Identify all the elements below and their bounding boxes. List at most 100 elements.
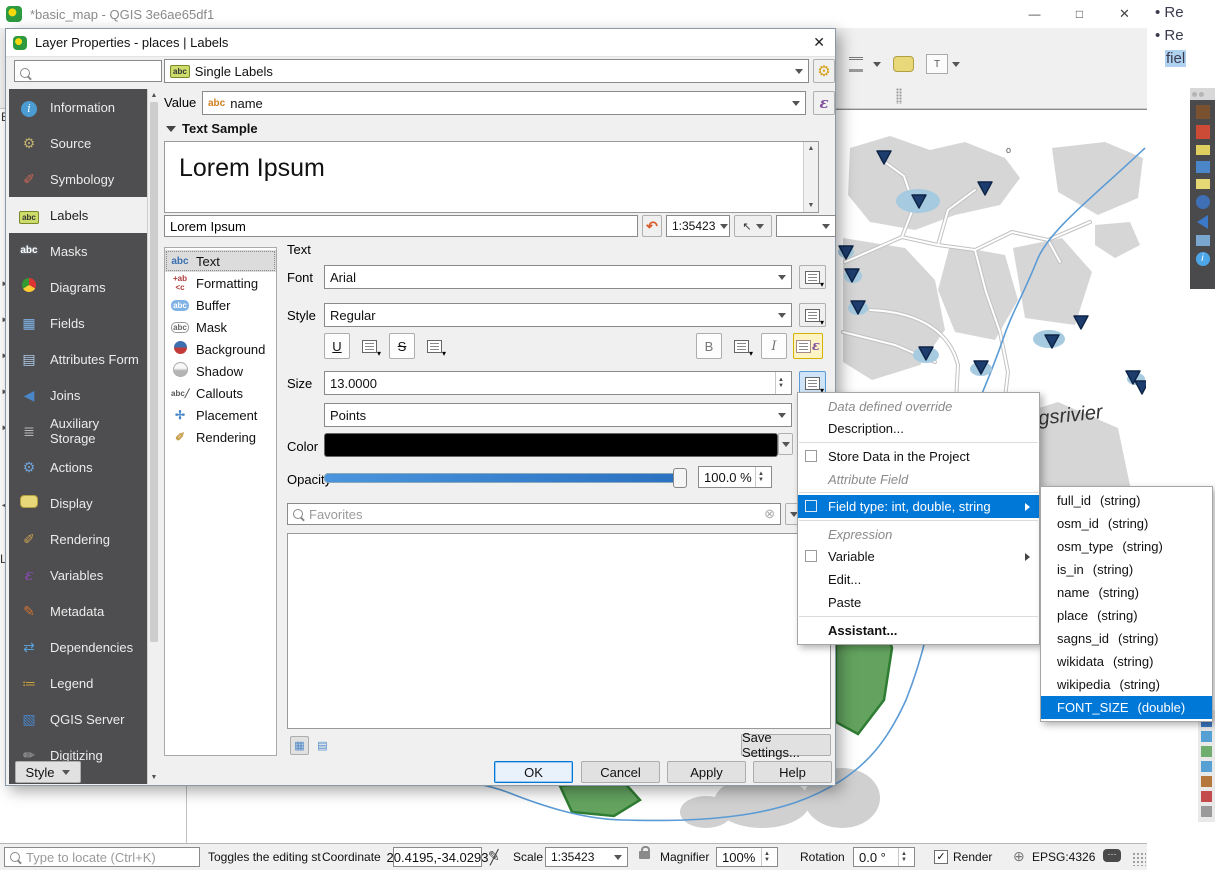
- font-combo[interactable]: Arial: [324, 265, 792, 289]
- strikeout-data-defined-button[interactable]: ▾: [421, 335, 448, 357]
- sample-map-settings-button[interactable]: ↖: [734, 215, 772, 237]
- coordinate-input[interactable]: 20.4195,-34.0293: [393, 847, 482, 867]
- tab-buffer[interactable]: abcBuffer: [165, 294, 276, 316]
- properties-search-input[interactable]: [14, 60, 162, 82]
- close-button[interactable]: ✕: [1102, 1, 1147, 28]
- sidebar-item-diagrams[interactable]: Diagrams: [9, 269, 147, 305]
- text-sample-section[interactable]: Text Sample: [166, 121, 258, 136]
- menu-item-variable[interactable]: Variable: [798, 545, 1039, 568]
- automated-placement-button[interactable]: ⚙: [813, 59, 835, 83]
- resize-grip[interactable]: [1132, 852, 1146, 866]
- tab-shadow[interactable]: Shadow: [165, 360, 276, 382]
- locate-search-input[interactable]: Type to locate (Ctrl+K): [4, 847, 200, 867]
- style-preview-area[interactable]: [287, 533, 831, 729]
- dialog-close-icon[interactable]: ✕: [813, 34, 825, 51]
- sidebar-item-rendering[interactable]: ✐Rendering: [9, 521, 147, 557]
- strikeout-button[interactable]: S: [389, 333, 415, 359]
- sidebar-item-attributes-form[interactable]: ▤Attributes Form: [9, 341, 147, 377]
- labeling-dropdown-arrow[interactable]: [873, 62, 881, 67]
- magnifier-spinbox[interactable]: 100%▲▼: [716, 847, 778, 867]
- underline-data-defined-button[interactable]: ▾: [356, 335, 383, 357]
- opacity-slider-handle[interactable]: [673, 468, 687, 488]
- tab-background[interactable]: Background: [165, 338, 276, 360]
- rotation-spinbox[interactable]: 0.0 °▲▼: [853, 847, 915, 867]
- value-expression-button[interactable]: ε: [813, 91, 835, 115]
- size-spinbox[interactable]: 13.0000▲▼: [324, 371, 792, 395]
- crs-globe-icon[interactable]: ⊕: [1013, 848, 1025, 865]
- messages-icon[interactable]: ⋯: [1103, 849, 1121, 862]
- sidebar-item-labels[interactable]: abcLabels: [9, 197, 147, 233]
- icon-view-button[interactable]: ▦: [290, 736, 309, 755]
- submenu-item-full-id[interactable]: full_id(string): [1041, 489, 1212, 512]
- sidebar-item-masks[interactable]: abcMasks: [9, 233, 147, 269]
- sample-scale-combo[interactable]: 1:35423: [666, 215, 730, 237]
- apply-button[interactable]: Apply: [667, 761, 746, 783]
- menu-item-description[interactable]: Description...: [798, 417, 1039, 440]
- sample-reset-button[interactable]: ↶: [642, 215, 662, 237]
- color-dropdown-button[interactable]: [778, 433, 793, 455]
- sample-text-input[interactable]: [164, 215, 638, 237]
- opacity-spinbox[interactable]: 100.0 %▲▼: [698, 466, 772, 488]
- bold-data-defined-button[interactable]: ▾: [728, 335, 755, 357]
- sidebar-item-joins[interactable]: ◀Joins: [9, 377, 147, 413]
- font-data-defined-button[interactable]: ▾: [799, 265, 826, 289]
- tab-callouts[interactable]: abc╱Callouts: [165, 382, 276, 404]
- sidebar-item-information[interactable]: iInformation: [9, 89, 147, 125]
- save-settings-button[interactable]: Save Settings...: [741, 734, 831, 756]
- submenu-item-wikipedia[interactable]: wikipedia(string): [1041, 673, 1212, 696]
- ok-button[interactable]: OK: [494, 761, 573, 783]
- preview-scrollbar[interactable]: ▲ ▼: [803, 142, 818, 212]
- tab-mask[interactable]: abcMask: [165, 316, 276, 338]
- minimize-button[interactable]: —: [1012, 1, 1057, 28]
- bold-button[interactable]: B: [696, 333, 722, 359]
- sidebar-item-qgis-server[interactable]: ▧QGIS Server: [9, 701, 147, 737]
- submenu-item-is-in[interactable]: is_in(string): [1041, 558, 1212, 581]
- sidebar-item-symbology[interactable]: ✐Symbology: [9, 161, 147, 197]
- sidebar-item-variables[interactable]: εVariables: [9, 557, 147, 593]
- scroll-up-icon[interactable]: ▲: [148, 89, 160, 102]
- underline-button[interactable]: U: [324, 333, 350, 359]
- color-swatch-button[interactable]: [324, 433, 778, 457]
- style-data-defined-button[interactable]: ▾: [799, 303, 826, 327]
- value-field-combo[interactable]: abc name: [202, 91, 806, 115]
- submenu-item-name[interactable]: name(string): [1041, 581, 1212, 604]
- tab-placement[interactable]: ✢Placement: [165, 404, 276, 426]
- checkbox-icon[interactable]: [805, 450, 817, 462]
- menu-item-field-type[interactable]: Field type: int, double, string: [798, 495, 1039, 518]
- italic-expression-button[interactable]: ε: [793, 333, 823, 359]
- favorites-search-input[interactable]: Favorites ⊗: [287, 503, 781, 525]
- checkbox-icon[interactable]: [805, 550, 817, 562]
- map-tips-icon[interactable]: [893, 56, 914, 72]
- sidebar-item-display[interactable]: Display: [9, 485, 147, 521]
- maximize-button[interactable]: □: [1057, 1, 1102, 28]
- sidebar-item-metadata[interactable]: ✎Metadata: [9, 593, 147, 629]
- list-view-button[interactable]: ▤: [313, 736, 332, 755]
- menu-item-store-data[interactable]: Store Data in the Project: [798, 445, 1039, 468]
- sidebar-item-fields[interactable]: ▦Fields: [9, 305, 147, 341]
- size-unit-combo[interactable]: Points: [324, 403, 792, 427]
- style-menu-button[interactable]: Style: [15, 761, 81, 783]
- layer-labeling-options-icon[interactable]: [843, 52, 869, 76]
- clear-icon[interactable]: ⊗: [764, 506, 775, 522]
- sample-background-combo[interactable]: [776, 215, 836, 237]
- scroll-down-icon[interactable]: ▼: [148, 771, 160, 784]
- labeling-mode-combo[interactable]: abc Single Labels: [164, 59, 809, 83]
- opacity-slider[interactable]: [324, 473, 686, 483]
- sidebar-scrollbar[interactable]: ▲ ▼: [147, 89, 160, 784]
- tab-formatting[interactable]: +ab<cFormatting: [165, 272, 276, 294]
- submenu-item-osm-id[interactable]: osm_id(string): [1041, 512, 1212, 535]
- submenu-item-font-size[interactable]: FONT_SIZE(double): [1041, 696, 1212, 719]
- mouse-position-icon[interactable]: ✎╱: [488, 848, 500, 865]
- font-style-combo[interactable]: Regular: [324, 303, 792, 327]
- sidebar-item-dependencies[interactable]: ⇄Dependencies: [9, 629, 147, 665]
- tab-rendering[interactable]: ✐Rendering: [165, 426, 276, 448]
- cancel-button[interactable]: Cancel: [581, 761, 660, 783]
- sidebar-item-auxiliary-storage[interactable]: ≣Auxiliary Storage: [9, 413, 147, 449]
- checkbox-icon[interactable]: [805, 500, 817, 512]
- submenu-item-osm-type[interactable]: osm_type(string): [1041, 535, 1212, 558]
- menu-item-paste[interactable]: Paste: [798, 591, 1039, 614]
- annotation-dropdown-arrow[interactable]: [952, 62, 960, 67]
- italic-button[interactable]: I: [761, 333, 787, 359]
- crs-status[interactable]: EPSG:4326: [1032, 850, 1095, 864]
- help-button[interactable]: Help: [753, 761, 832, 783]
